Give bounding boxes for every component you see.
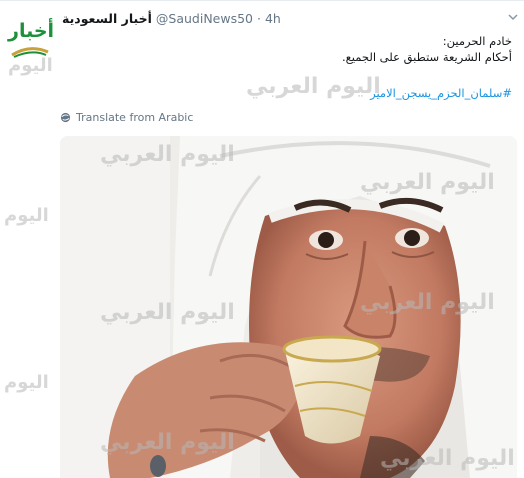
chevron-down-icon[interactable] [508,12,518,22]
watermark: اليوم [4,372,49,393]
hashtag-link[interactable]: #سلمان_الحزم_يسجن_الامير [370,86,512,100]
portrait-photo [60,136,517,478]
tweet-text-line: أحكام الشريعة ستطبق على الجميع. [342,50,512,64]
tweet-divider [0,0,524,1]
tweet-text-line: خادم الحرمين: [442,34,512,48]
watermark: اليوم العربي [246,74,381,99]
logo-swoosh-icon [11,47,49,58]
tweet-timestamp[interactable]: 4h [265,11,281,26]
globe-icon [60,112,71,123]
avatar-logo-text: أخبار [8,20,55,42]
avatar[interactable]: أخبار [6,16,54,64]
display-name[interactable]: أخبار السعودية [62,11,152,26]
tweet-header: أخبار السعودية @SaudiNews50 · 4h [62,11,281,26]
user-handle[interactable]: @SaudiNews50 [156,11,253,26]
tweet-photo[interactable] [60,136,517,478]
separator-dot: · [257,11,261,26]
translate-button[interactable]: Translate from Arabic [60,111,193,124]
watermark: اليوم [4,205,49,226]
tweet-text: خادم الحرمين: أحكام الشريعة ستطبق على ال… [72,33,512,65]
translate-label: Translate from Arabic [76,111,194,124]
